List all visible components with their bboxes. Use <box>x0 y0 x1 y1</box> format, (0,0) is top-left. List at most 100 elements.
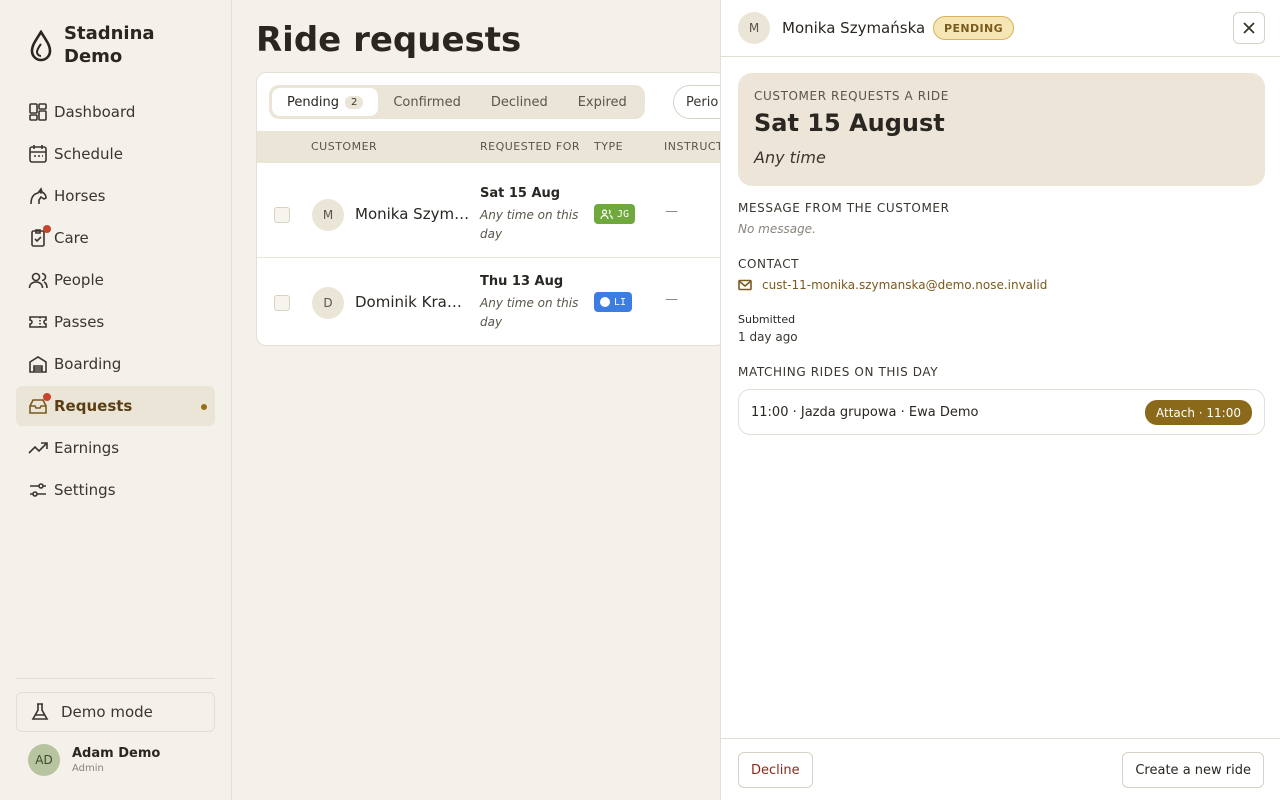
requested-date: Sat 15 Aug <box>480 186 561 201</box>
alert-dot <box>43 225 51 233</box>
sidebar-item-label: Passes <box>54 313 105 331</box>
decline-button[interactable]: Decline <box>738 752 813 788</box>
avatar: M <box>312 199 344 231</box>
brand-name: Stadnina Demo <box>64 23 155 67</box>
trend-icon <box>28 438 48 458</box>
close-icon <box>1243 22 1255 34</box>
clipboard-icon <box>28 225 51 248</box>
sidebar-item-label: Horses <box>54 187 106 205</box>
sidebar-item-care[interactable]: Care <box>16 218 215 258</box>
status-badge: PENDING <box>933 16 1015 40</box>
contact-section-label: CONTACT <box>738 257 800 271</box>
sidebar-item-passes[interactable]: Passes <box>16 302 215 342</box>
sidebar-item-label: Dashboard <box>54 103 136 121</box>
request-detail-drawer: M Monika Szymańska PENDING CUSTOMER REQU… <box>720 0 1280 800</box>
demo-mode-button[interactable]: Demo mode <box>16 692 215 732</box>
user-profile[interactable]: AD Adam Demo Admin <box>28 744 160 776</box>
sidebar-item-label: Settings <box>54 481 116 499</box>
customer-name: Monika Szymańska <box>355 205 471 223</box>
alert-dot <box>43 393 51 401</box>
status-tabs: Pending 2 Confirmed Declined Expired <box>269 85 645 119</box>
tab-pending[interactable]: Pending 2 <box>272 88 379 116</box>
column-header-type[interactable]: TYPE <box>594 140 623 153</box>
email-text: cust-11-monika.szymanska@demo.nose.inval… <box>762 278 1048 292</box>
sidebar-item-label: Boarding <box>54 355 122 373</box>
people-icon <box>28 270 48 290</box>
message-section-label: MESSAGE FROM THE CUSTOMER <box>738 201 950 215</box>
avatar: M <box>738 12 770 44</box>
active-indicator <box>201 404 207 410</box>
mail-icon <box>738 279 752 291</box>
instructor-value: — <box>665 204 678 219</box>
user-role: Admin <box>72 763 104 774</box>
drawer-footer: Decline Create a new ride <box>721 738 1280 800</box>
sidebar-item-settings[interactable]: Settings <box>16 470 215 510</box>
sliders-icon <box>28 480 48 500</box>
contact-email-link[interactable]: cust-11-monika.szymanska@demo.nose.inval… <box>738 278 1047 292</box>
sidebar-item-earnings[interactable]: Earnings <box>16 428 215 468</box>
table-row[interactable]: M Monika Szymańska Sat 15 Aug Any time o… <box>257 172 725 258</box>
instructor-value: — <box>665 292 678 307</box>
flask-icon <box>31 703 49 720</box>
tab-count-badge: 2 <box>344 95 364 109</box>
avatar: D <box>312 287 344 319</box>
requested-date: Thu 13 Aug <box>480 274 564 289</box>
matching-ride-text: 11:00 · Jazda grupowa · Ewa Demo <box>751 405 979 420</box>
table-header: CUSTOMER REQUESTED FOR TYPE INSTRUCT <box>257 131 725 163</box>
close-button[interactable] <box>1233 12 1265 44</box>
user-name: Adam Demo <box>72 746 161 761</box>
ride-type-code: JG <box>617 208 630 220</box>
create-ride-button[interactable]: Create a new ride <box>1122 752 1264 788</box>
request-summary: CUSTOMER REQUESTS A RIDE Sat 15 August A… <box>738 73 1265 186</box>
row-checkbox[interactable] <box>274 207 290 223</box>
sidebar-item-horses[interactable]: Horses <box>16 176 215 216</box>
page-title: Ride requests <box>256 20 522 60</box>
column-header-customer[interactable]: CUSTOMER <box>311 140 377 153</box>
individual-icon <box>600 297 610 307</box>
brand[interactable]: Stadnina Demo <box>28 22 184 68</box>
row-checkbox[interactable] <box>274 295 290 311</box>
customer-name: Dominik Krawczyk <box>355 293 471 311</box>
tab-label: Pending <box>287 94 339 110</box>
sidebar-nav: Dashboard Schedule Horses Care People Pa… <box>16 92 215 512</box>
submitted-label: Submitted <box>738 313 796 326</box>
demo-mode-label: Demo mode <box>61 703 153 721</box>
summary-date: Sat 15 August <box>754 109 945 137</box>
column-header-requested-for[interactable]: REQUESTED FOR <box>480 140 580 153</box>
submitted-value: 1 day ago <box>738 330 798 344</box>
attach-button[interactable]: Attach · 11:00 <box>1145 400 1252 425</box>
summary-time: Any time <box>754 148 826 167</box>
matching-section-label: MATCHING RIDES ON THIS DAY <box>738 365 939 379</box>
tab-declined[interactable]: Declined <box>476 88 563 116</box>
sidebar-item-people[interactable]: People <box>16 260 215 300</box>
sidebar-item-dashboard[interactable]: Dashboard <box>16 92 215 132</box>
ride-type-code: LI <box>614 296 627 308</box>
requests-table-card: Pending 2 Confirmed Declined Expired Per… <box>256 72 726 346</box>
calendar-icon <box>28 144 48 164</box>
avatar: AD <box>28 744 60 776</box>
horse-icon <box>28 186 48 206</box>
tab-expired[interactable]: Expired <box>563 88 642 116</box>
table-row[interactable]: D Dominik Krawczyk Thu 13 Aug Any time o… <box>257 260 725 345</box>
ride-type-badge: LI <box>594 292 633 312</box>
droplet-logo-icon <box>30 30 52 62</box>
period-filter-button[interactable]: Perio <box>673 85 725 119</box>
customer-message: No message. <box>738 222 816 236</box>
sidebar-item-requests[interactable]: Requests <box>16 386 215 426</box>
requested-time: Any time on this day <box>480 208 579 241</box>
building-icon <box>28 354 48 374</box>
ride-type-badge: JG <box>594 204 636 224</box>
inbox-icon <box>28 393 51 416</box>
summary-label: CUSTOMER REQUESTS A RIDE <box>754 89 949 103</box>
group-icon <box>600 208 613 219</box>
sidebar-item-label: Earnings <box>54 439 120 457</box>
sidebar: Stadnina Demo Dashboard Schedule Horses … <box>0 0 232 800</box>
sidebar-item-label: Care <box>54 229 89 247</box>
tab-confirmed[interactable]: Confirmed <box>378 88 476 116</box>
ticket-icon <box>28 312 48 332</box>
sidebar-item-label: Requests <box>54 397 133 415</box>
sidebar-item-boarding[interactable]: Boarding <box>16 344 215 384</box>
column-header-instructor[interactable]: INSTRUCT <box>664 140 723 153</box>
dashboard-icon <box>28 102 48 122</box>
sidebar-item-schedule[interactable]: Schedule <box>16 134 215 174</box>
